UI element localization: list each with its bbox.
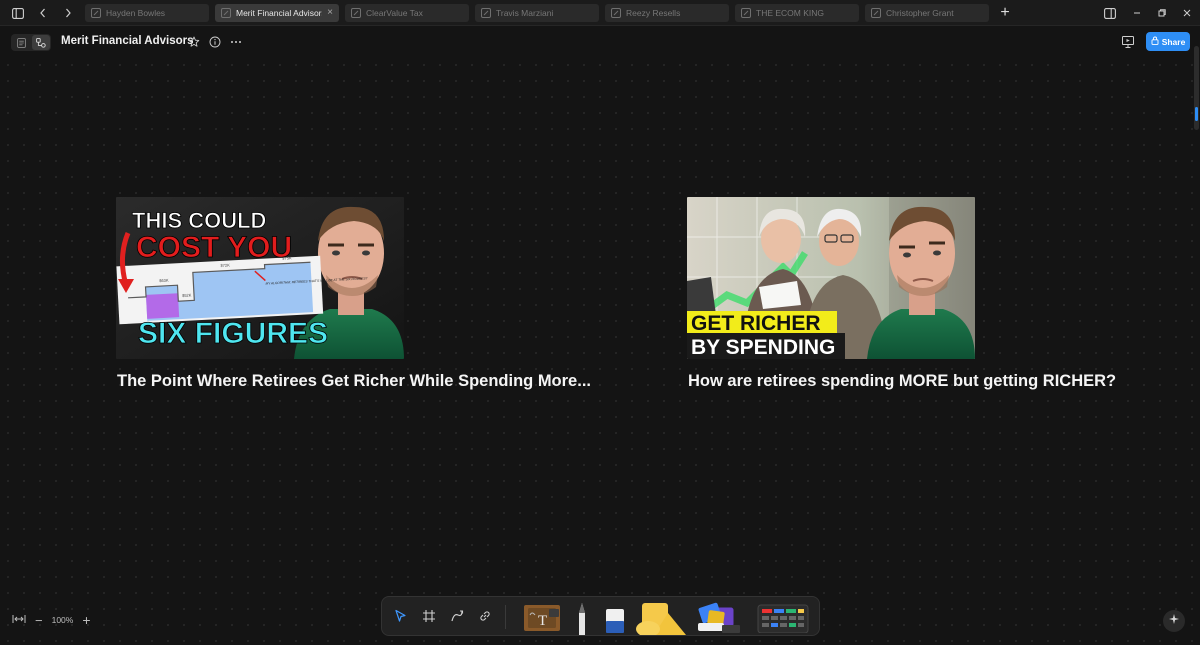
share-button[interactable]: Share [1146, 32, 1190, 51]
templates-tool-icon[interactable] [756, 603, 812, 634]
scrollbar-thumb[interactable] [1195, 107, 1198, 121]
star-icon[interactable] [187, 35, 201, 49]
sparkle-icon [1168, 612, 1180, 630]
page-title: Merit Financial Advisors [61, 35, 194, 47]
svg-text:T: T [538, 613, 547, 629]
presentation-icon[interactable] [1121, 35, 1135, 49]
minimize-icon[interactable] [1127, 4, 1147, 22]
new-tab-button[interactable]: + [995, 4, 1015, 22]
lock-icon [1151, 36, 1159, 47]
tab-label: Merit Financial Advisors [236, 8, 323, 18]
document-header: Merit Financial Advisors Share [0, 27, 1200, 57]
zoom-level: 100% [51, 615, 74, 625]
ai-assistant-button[interactable] [1163, 610, 1185, 632]
shapes-tool-icon[interactable] [634, 601, 688, 637]
whiteboard-toolbar: T [381, 596, 820, 637]
whiteboard-icon [741, 8, 751, 18]
whiteboard-icon [611, 8, 621, 18]
video-title: How are retirees spending MORE but getti… [688, 372, 1117, 390]
connector-tool-icon[interactable] [448, 607, 466, 625]
forward-arrow-icon[interactable] [58, 4, 78, 22]
zoom-in-button[interactable]: + [82, 612, 90, 628]
tab-label: Hayden Bowles [106, 8, 166, 18]
video-thumbnail[interactable]: GET RICHER BY SPENDING [687, 197, 975, 359]
tab-label: Reezy Resells [626, 8, 681, 18]
sidebar-toggle-icon[interactable] [8, 4, 28, 22]
info-icon[interactable] [208, 35, 222, 49]
tab-the-ecom-king[interactable]: THE ECOM KING [735, 4, 859, 22]
mode-toggle[interactable] [11, 34, 51, 51]
restore-icon[interactable] [1152, 4, 1172, 22]
tab-travis-marziani[interactable]: Travis Marziani [475, 4, 599, 22]
eraser-tool-icon[interactable] [604, 605, 626, 635]
fit-width-icon[interactable] [12, 611, 26, 629]
document-mode-icon[interactable] [12, 35, 30, 50]
toolbar-divider [505, 605, 506, 629]
tab-hayden-bowles[interactable]: Hayden Bowles [85, 4, 209, 22]
zoom-out-button[interactable]: − [35, 613, 43, 628]
pen-tool-icon[interactable] [574, 601, 590, 635]
chart-label: $63K [159, 278, 169, 283]
chart-label: $52K [182, 292, 192, 297]
thumbnail-text: BY SPENDING [691, 336, 835, 359]
share-label: Share [1161, 36, 1186, 47]
whiteboard-icon [351, 8, 361, 18]
split-view-icon[interactable] [1100, 4, 1120, 22]
tab-christopher-grant[interactable]: Christopher Grant [865, 4, 989, 22]
tab-bar: Hayden Bowles Merit Financial Advisors ×… [0, 0, 1200, 26]
thumbnail-text: COST YOU [136, 231, 292, 264]
close-window-icon[interactable] [1177, 4, 1197, 22]
tab-label: ClearValue Tax [366, 8, 423, 18]
video-title: The Point Where Retirees Get Richer Whil… [117, 372, 591, 390]
more-options-icon[interactable] [229, 35, 243, 49]
stickers-tool-icon[interactable] [694, 601, 744, 635]
thumbnail-text: SIX FIGURES [138, 317, 328, 350]
link-tool-icon[interactable] [476, 607, 494, 625]
tab-clearvalue-tax[interactable]: ClearValue Tax [345, 4, 469, 22]
tab-label: Christopher Grant [886, 8, 954, 18]
whiteboard-icon [221, 8, 231, 18]
video-thumbnail[interactable]: $63K $52K $72K $75K MY ALGORITHM: RETIRE… [116, 197, 404, 359]
tab-label: Travis Marziani [496, 8, 554, 18]
back-arrow-icon[interactable] [33, 4, 53, 22]
text-tool-icon[interactable]: T [522, 603, 564, 633]
select-tool-icon[interactable] [392, 607, 410, 625]
tab-merit-financial-advisors[interactable]: Merit Financial Advisors × [215, 4, 339, 22]
tab-label: THE ECOM KING [756, 8, 825, 18]
whiteboard-mode-icon[interactable] [32, 35, 50, 50]
whiteboard-icon [91, 8, 101, 18]
whiteboard-icon [871, 8, 881, 18]
whiteboard-icon [481, 8, 491, 18]
tab-reezy-resells[interactable]: Reezy Resells [605, 4, 729, 22]
thumbnail-text: THIS COULD [132, 208, 266, 233]
zoom-controls: − 100% + [12, 612, 91, 628]
thumbnail-text: GET RICHER [691, 312, 821, 335]
close-icon[interactable]: × [327, 8, 333, 18]
frame-tool-icon[interactable] [420, 607, 438, 625]
